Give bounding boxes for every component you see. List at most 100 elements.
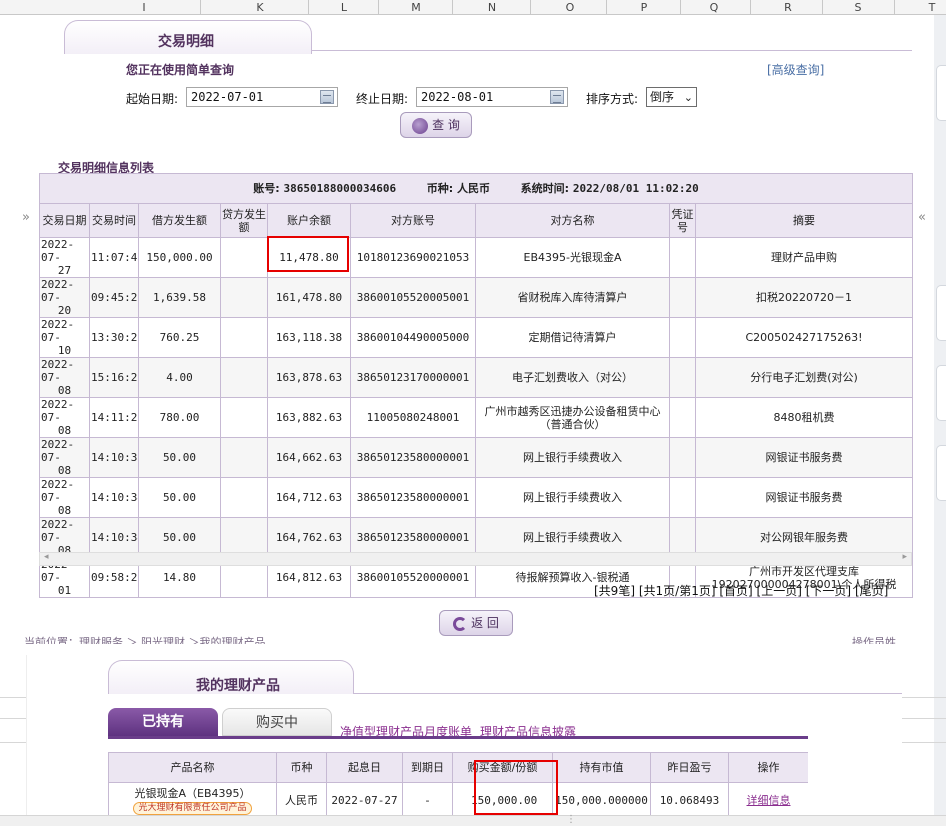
chevron-down-icon: ⌄ xyxy=(683,91,693,104)
memo-cell: 扣税20220720－1 xyxy=(694,277,914,318)
date-part: 2022-07- xyxy=(41,358,75,385)
query-button[interactable]: 查 询 xyxy=(400,112,472,138)
balance-cell: 163,878.63 xyxy=(267,357,351,398)
memo: C200502427175263! xyxy=(745,331,863,344)
sheet-bottom-scrollbar[interactable]: ⋮ xyxy=(0,814,946,826)
column-label[interactable]: I xyxy=(132,0,156,15)
date-part: 2022-07- xyxy=(41,278,75,305)
advanced-query-link[interactable]: [高级查询] xyxy=(767,61,824,78)
query-button-label: 查 询 xyxy=(432,118,460,132)
table-row: 2022-07-0815:16:204.00163,878.6338650123… xyxy=(39,357,914,398)
column-divider xyxy=(750,0,751,15)
counter-name-cell: 广州市越秀区迅捷办公设备租赁中心 （普通合伙） xyxy=(475,397,670,438)
date-part: 2022-07- xyxy=(41,398,75,425)
date-cell: 2022-07- 08 xyxy=(39,357,90,398)
date-day: 08 xyxy=(57,384,72,397)
counter-name: 省财税库入库待清算户 xyxy=(517,291,628,304)
pager-total: [共9笔] xyxy=(594,584,635,598)
products-header-row: 产品名称 币种 起息日 到期日 购买金额/份额 持有市值 昨日盈亏 操作 xyxy=(108,752,808,783)
column-label[interactable]: L xyxy=(332,0,356,15)
product-currency: 人民币 xyxy=(276,782,327,815)
calendar-icon[interactable] xyxy=(320,90,334,104)
credit-cell xyxy=(220,277,268,318)
column-label[interactable]: T xyxy=(920,0,944,15)
header-amount: 购买金额/份额 xyxy=(452,752,553,783)
date-part: 2022-07- xyxy=(41,518,75,545)
column-label[interactable]: Q xyxy=(702,0,726,15)
table-row: 2022-07-0814:10:3450.00164,712.633865012… xyxy=(39,477,914,518)
side-panel-handle[interactable] xyxy=(936,65,946,121)
header-debit: 借方发生额 xyxy=(138,203,221,238)
horizontal-scrollbar[interactable]: ◂ ▸ xyxy=(39,552,912,566)
column-divider xyxy=(378,0,379,15)
operator-text: 操作员姓 xyxy=(852,636,896,644)
column-label[interactable]: K xyxy=(248,0,272,15)
credit-cell xyxy=(220,437,268,478)
counter-account-cell: 38650123580000001 xyxy=(350,477,476,518)
side-panel-handle[interactable] xyxy=(936,445,946,501)
voucher-cell xyxy=(669,317,696,358)
memo-cell: 分行电子汇划费(对公) xyxy=(694,357,914,398)
pager-last-link[interactable]: [尾页] xyxy=(855,584,888,598)
credit-cell xyxy=(220,397,268,438)
column-label[interactable]: O xyxy=(558,0,582,15)
credit-cell xyxy=(220,317,268,358)
side-panel-handle[interactable] xyxy=(936,285,946,341)
calendar-icon[interactable] xyxy=(550,90,564,104)
memo: 广州市开发区代理支库 xyxy=(749,564,859,578)
time-cell: 15:16:20 xyxy=(89,357,139,398)
side-panel-handle[interactable] xyxy=(936,365,946,421)
sort-select[interactable]: 倒序 ⌄ xyxy=(646,87,697,107)
header-action: 操作 xyxy=(728,752,808,783)
column-divider xyxy=(200,0,201,15)
scroll-grip-icon[interactable]: ⋮ xyxy=(566,814,576,825)
debit-cell: 4.00 xyxy=(138,357,221,398)
pager-prev-link[interactable]: [上一页] xyxy=(757,584,802,598)
tab-buying[interactable]: 购买中 xyxy=(222,708,332,736)
tab-owned[interactable]: 已持有 xyxy=(108,708,218,736)
time-cell: 11:07:48 xyxy=(89,237,139,278)
header-yesterday-pl: 昨日盈亏 xyxy=(650,752,729,783)
memo-cell: 网银证书服务费 xyxy=(694,437,914,478)
end-date-input[interactable]: 2022-08-01 xyxy=(416,87,568,107)
date-day: 20 xyxy=(57,304,72,317)
column-divider xyxy=(530,0,531,15)
products-table: 产品名称 币种 起息日 到期日 购买金额/份额 持有市值 昨日盈亏 操作 光银现… xyxy=(108,752,808,815)
column-label[interactable]: R xyxy=(776,0,800,15)
column-label[interactable]: S xyxy=(846,0,870,15)
time-cell: 14:10:34 xyxy=(89,477,139,518)
pager-first-link[interactable]: [首页] xyxy=(719,584,752,598)
column-label[interactable]: N xyxy=(480,0,504,15)
expand-left-icon[interactable]: » xyxy=(22,210,30,225)
pager-next-link[interactable]: [下一页] xyxy=(806,584,851,598)
detail-header-line xyxy=(312,50,912,51)
collapse-right-icon[interactable]: « xyxy=(918,210,926,225)
date-part: 2022-07- xyxy=(41,438,75,465)
table-row: 2022-07-0814:10:3550.00164,662.633865012… xyxy=(39,437,914,478)
credit-cell xyxy=(220,237,268,278)
scroll-right-icon[interactable]: ▸ xyxy=(902,552,907,562)
header-currency: 币种 xyxy=(276,752,327,783)
product-name[interactable]: 光银现金A（EB4395） xyxy=(110,787,275,800)
counter-account-cell: 38650123170000001 xyxy=(350,357,476,398)
product-tag: 光大理财有限责任公司产品 xyxy=(133,801,252,815)
counter-name: 电子汇划费收入（对公） xyxy=(512,371,633,384)
table-row: 2022-07-1013:30:23760.25163,118.38386001… xyxy=(39,317,914,358)
back-button[interactable]: 返 回 xyxy=(439,610,513,636)
header-counter-account: 对方账号 xyxy=(350,203,476,238)
detail-info-link[interactable]: 详细信息 xyxy=(747,794,791,807)
product-action-cell: 详细信息 xyxy=(728,782,808,815)
counter-name: 网上银行手续费收入 xyxy=(523,531,622,544)
header-date: 交易日期 xyxy=(39,203,90,238)
counter-name-cell: 省财税库入库待清算户 xyxy=(475,277,670,318)
column-label[interactable]: M xyxy=(404,0,428,15)
column-label[interactable]: P xyxy=(632,0,656,15)
scroll-left-icon[interactable]: ◂ xyxy=(44,552,49,562)
voucher-cell xyxy=(669,237,696,278)
start-date-input[interactable]: 2022-07-01 xyxy=(186,87,338,107)
header-memo: 摘要 xyxy=(694,203,914,238)
account-info-cell: 账号: 38650188000034606 币种: 人民币 系统时间: 2022… xyxy=(38,173,914,204)
debit-cell: 50.00 xyxy=(138,437,221,478)
date-part: 2022-07- xyxy=(41,238,75,265)
products-title: 我的理财产品 xyxy=(196,678,280,694)
